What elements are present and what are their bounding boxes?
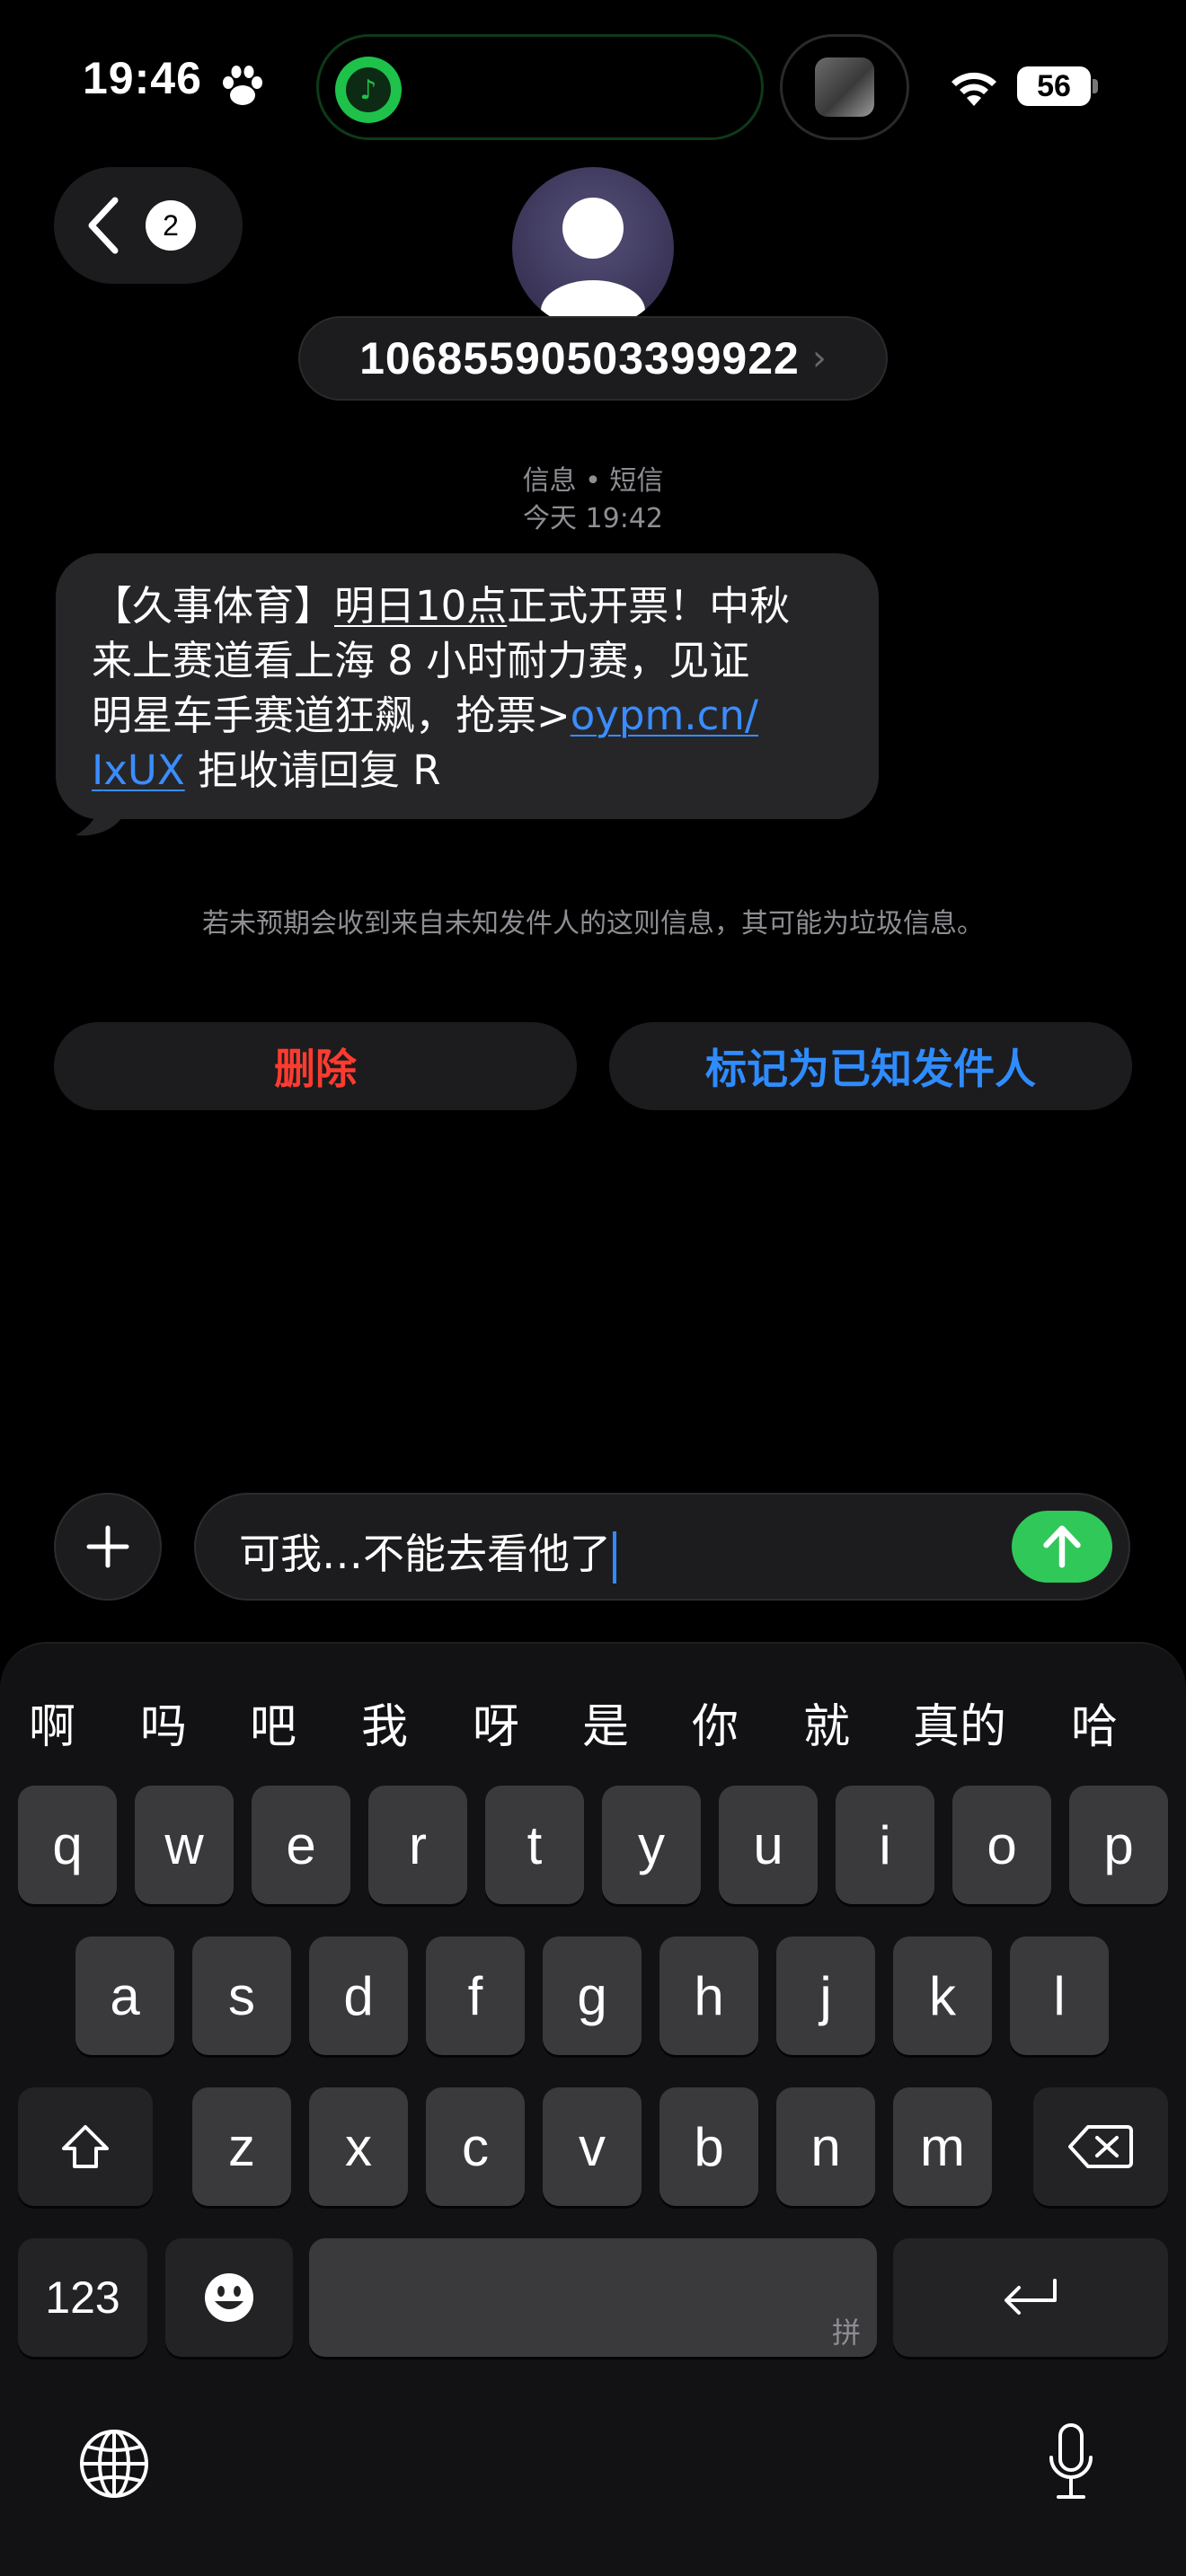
key-h[interactable]: h bbox=[659, 1936, 758, 2055]
send-button[interactable] bbox=[1012, 1511, 1112, 1583]
add-attachment-button[interactable] bbox=[54, 1493, 162, 1601]
return-key[interactable] bbox=[893, 2238, 1168, 2357]
message-line: 【久事体育】明日10点正式开票！中秋 bbox=[92, 578, 843, 633]
key-b[interactable]: b bbox=[659, 2087, 758, 2206]
key-e[interactable]: e bbox=[252, 1786, 350, 1904]
message-text: 【久事体育】 bbox=[92, 582, 335, 630]
shift-icon bbox=[62, 2125, 109, 2168]
media-thumbnail[interactable] bbox=[780, 34, 909, 140]
key-z[interactable]: z bbox=[192, 2087, 291, 2206]
message-input-value: 可我…不能去看他了 bbox=[239, 1530, 611, 1578]
text-caret bbox=[613, 1531, 616, 1584]
key-g[interactable]: g bbox=[543, 1936, 642, 2055]
key-j[interactable]: j bbox=[776, 1936, 875, 2055]
time-detection[interactable]: 明日10点 bbox=[334, 582, 507, 630]
message-line: 来上赛道看上海 8 小时耐力赛，见证 bbox=[92, 637, 750, 684]
message-line: IxUX 拒收请回复 R bbox=[92, 743, 843, 798]
key-c[interactable]: c bbox=[426, 2087, 525, 2206]
candidate-word[interactable]: 啊 bbox=[29, 1689, 75, 1756]
arrow-up-icon bbox=[1043, 1525, 1081, 1568]
contact-number: 10685590503399922 bbox=[359, 333, 800, 384]
candidate-word[interactable]: 我 bbox=[361, 1689, 408, 1756]
battery-tip bbox=[1093, 79, 1098, 93]
numbers-key[interactable]: 123 bbox=[18, 2238, 147, 2357]
message-text: 拒收请回复 R bbox=[184, 746, 441, 794]
bubble-tail bbox=[75, 790, 122, 836]
avatar[interactable] bbox=[512, 167, 674, 329]
globe-icon[interactable] bbox=[77, 2427, 151, 2501]
message-text: 明星车手赛道狂飙，抢票> bbox=[92, 692, 571, 739]
candidate-word[interactable]: 是 bbox=[582, 1689, 629, 1756]
key-a[interactable]: a bbox=[75, 1936, 174, 2055]
candidate-word[interactable]: 你 bbox=[692, 1689, 739, 1756]
key-k[interactable]: k bbox=[893, 1936, 992, 2055]
message-bubble[interactable]: 【久事体育】明日10点正式开票！中秋 来上赛道看上海 8 小时耐力赛，见证 明星… bbox=[56, 553, 879, 819]
key-y[interactable]: y bbox=[602, 1786, 701, 1904]
contact-name-button[interactable]: 10685590503399922 › bbox=[298, 316, 888, 401]
key-v[interactable]: v bbox=[543, 2087, 642, 2206]
message-channel: 信息 • 短信 bbox=[522, 465, 664, 497]
key-d[interactable]: d bbox=[309, 1936, 408, 2055]
key-o[interactable]: o bbox=[952, 1786, 1051, 1904]
candidate-word[interactable]: 哈 bbox=[1071, 1689, 1118, 1756]
message-timestamp: 今天 19:42 bbox=[523, 503, 663, 534]
input-method-hint: 拼 bbox=[831, 2316, 861, 2349]
key-f[interactable]: f bbox=[426, 1936, 525, 2055]
candidate-word[interactable]: 吧 bbox=[250, 1689, 296, 1756]
key-u[interactable]: u bbox=[719, 1786, 818, 1904]
candidate-word[interactable]: 真的 bbox=[913, 1689, 1006, 1756]
key-x[interactable]: x bbox=[309, 2087, 408, 2206]
delete-key[interactable] bbox=[1033, 2087, 1168, 2206]
music-app-icon[interactable]: ♪ bbox=[335, 57, 402, 123]
delete-button[interactable]: 删除 bbox=[54, 1022, 577, 1110]
key-t[interactable]: t bbox=[485, 1786, 584, 1904]
space-key[interactable]: 拼 bbox=[309, 2238, 877, 2357]
delete-icon bbox=[1068, 2125, 1133, 2168]
key-n[interactable]: n bbox=[776, 2087, 875, 2206]
message-input[interactable]: 可我…不能去看他了 bbox=[194, 1493, 1130, 1601]
candidate-word[interactable]: 吗 bbox=[140, 1689, 187, 1756]
key-i[interactable]: i bbox=[836, 1786, 934, 1904]
chevron-right-icon: › bbox=[811, 338, 827, 379]
chevron-left-icon bbox=[88, 197, 119, 254]
microphone-icon[interactable] bbox=[1046, 2422, 1096, 2504]
key-p[interactable]: p bbox=[1069, 1786, 1168, 1904]
message-text: 正式开票！中秋 bbox=[507, 582, 791, 630]
candidate-word[interactable]: 就 bbox=[803, 1689, 850, 1756]
dynamic-island[interactable]: ♪ bbox=[316, 34, 764, 140]
message-line: 明星车手赛道狂飙，抢票>oypm.cn/ bbox=[92, 688, 843, 743]
emoji-icon bbox=[205, 2273, 253, 2322]
mark-known-sender-button[interactable]: 标记为已知发件人 bbox=[609, 1022, 1132, 1110]
paw-icon bbox=[223, 66, 262, 105]
message-input-text: 可我…不能去看他了 bbox=[239, 1522, 616, 1584]
wifi-icon bbox=[951, 72, 996, 106]
person-icon bbox=[541, 198, 645, 329]
spam-warning: 若未预期会收到来自未知发件人的这则信息，其可能为垃圾信息。 bbox=[202, 908, 984, 940]
candidate-word[interactable]: 呀 bbox=[473, 1689, 519, 1756]
battery-icon: 56 bbox=[1017, 66, 1091, 106]
plus-icon bbox=[86, 1525, 129, 1568]
key-q[interactable]: q bbox=[18, 1786, 117, 1904]
key-r[interactable]: r bbox=[368, 1786, 467, 1904]
message-link[interactable]: oypm.cn/ bbox=[571, 692, 758, 739]
key-l[interactable]: l bbox=[1010, 1936, 1109, 2055]
shift-key[interactable] bbox=[18, 2087, 153, 2206]
key-w[interactable]: w bbox=[135, 1786, 234, 1904]
key-s[interactable]: s bbox=[192, 1936, 291, 2055]
back-button[interactable]: 2 bbox=[54, 167, 243, 284]
message-link[interactable]: IxUX bbox=[92, 746, 185, 794]
unread-badge: 2 bbox=[146, 200, 196, 251]
emoji-key[interactable] bbox=[165, 2238, 293, 2357]
return-icon bbox=[1005, 2279, 1057, 2315]
key-m[interactable]: m bbox=[893, 2087, 992, 2206]
status-time: 19:46 bbox=[83, 53, 202, 103]
